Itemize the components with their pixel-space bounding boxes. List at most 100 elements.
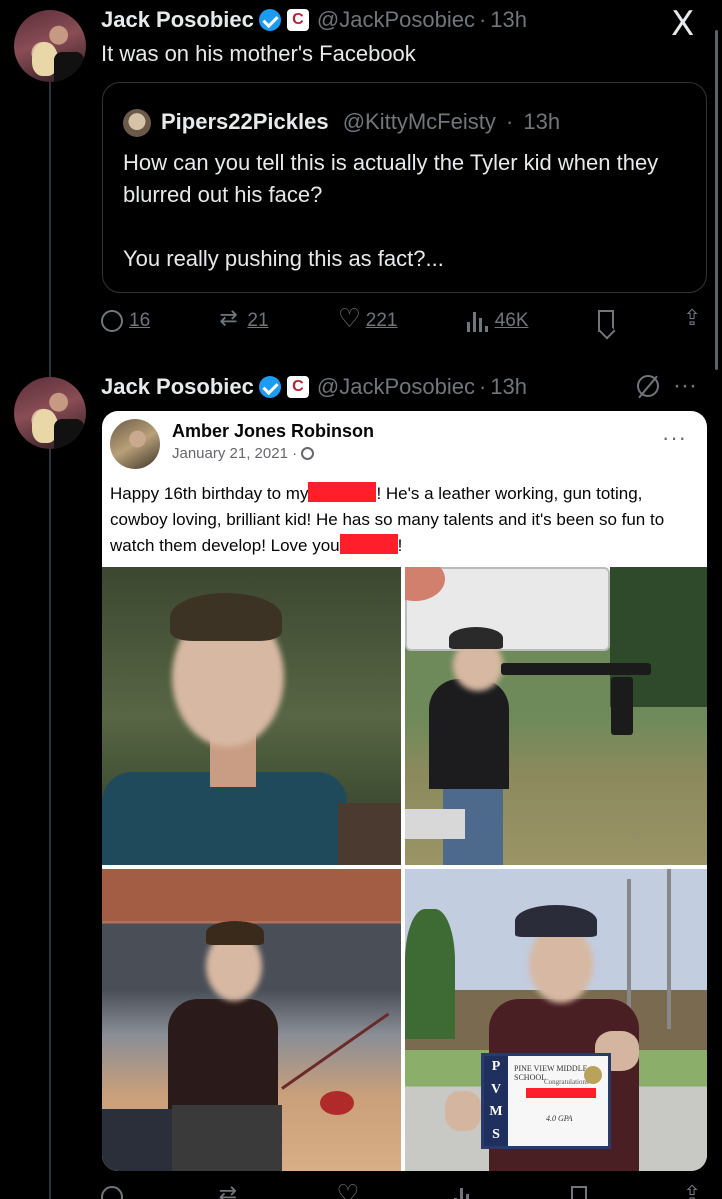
author-handle[interactable]: @JackPosobiec <box>317 374 475 400</box>
verified-badge-icon <box>258 9 281 31</box>
heart-icon[interactable] <box>336 1180 359 1199</box>
photo-figure <box>102 869 401 921</box>
tweet-media-image[interactable]: Amber Jones Robinson January 21, 2021 · … <box>102 411 707 1171</box>
grok-icon[interactable] <box>637 375 659 397</box>
share-icon[interactable] <box>683 1182 705 1199</box>
bar-chart-icon <box>466 310 489 332</box>
share-icon <box>683 306 705 332</box>
certificate-side-letters: P V M S <box>484 1056 508 1146</box>
facebook-text-part: Happy 16th birthday to my <box>110 484 309 503</box>
photo-figure <box>405 809 465 839</box>
bookmark-icon <box>597 310 614 332</box>
quoted-tweet[interactable]: Pipers22Pickles @KittyMcFeisty · 13h How… <box>102 82 707 293</box>
separator-dot: · <box>478 374 487 399</box>
separator-dot: · <box>478 7 487 32</box>
photo-figure <box>429 679 509 789</box>
timestamp[interactable]: 13h <box>490 374 527 400</box>
reply-icon[interactable] <box>101 1186 123 1199</box>
view-count: 46K <box>494 310 529 331</box>
avatar-figure <box>54 419 84 449</box>
repost-icon[interactable] <box>219 1182 241 1199</box>
certificate: P V M S PINE VIEW MIDDLE SCHOOL Congratu… <box>481 1053 611 1149</box>
certificate-line: Congratulations <box>544 1078 589 1086</box>
quoted-author-name: Pipers22Pickles <box>161 109 329 134</box>
thread-connector-line <box>49 82 51 1199</box>
photo-shooting <box>405 567 707 865</box>
facebook-post-text: Happy 16th birthday to my! He's a leathe… <box>110 481 700 559</box>
medal-icon <box>584 1066 602 1084</box>
redaction-bar <box>339 534 398 554</box>
facebook-more-icon: ··· <box>662 425 687 450</box>
photo-certificate: P V M S PINE VIEW MIDDLE SCHOOL Congratu… <box>405 869 707 1171</box>
timestamp[interactable]: 13h <box>490 7 527 33</box>
photo-figure <box>102 1109 172 1171</box>
photo-figure <box>449 627 503 649</box>
bookmark-icon[interactable] <box>571 1186 588 1199</box>
certificate-letter: S <box>492 1126 500 1142</box>
repost-button[interactable]: 21 <box>219 306 269 332</box>
author-handle[interactable]: @JackPosobiec <box>317 7 475 33</box>
photo-figure <box>172 1105 282 1171</box>
photo-figure <box>667 869 671 1029</box>
facebook-author-name: Amber Jones Robinson <box>172 421 375 441</box>
repost-icon <box>219 306 241 332</box>
tweet-header: Jack Posobiec C @JackPosobiec · 13h <box>101 374 527 400</box>
more-options-button[interactable]: ··· <box>673 372 697 400</box>
heart-icon <box>338 304 361 334</box>
photo-figure <box>501 663 651 675</box>
redaction-bar <box>526 1088 596 1098</box>
photo-figure <box>281 1012 390 1090</box>
photo-figure <box>206 921 264 945</box>
quoted-text-paragraph: How can you tell this is actually the Ty… <box>123 150 659 207</box>
photo-portrait <box>102 567 401 865</box>
author-name[interactable]: Jack Posobiec <box>101 7 254 33</box>
repost-count: 21 <box>247 310 269 331</box>
reply-icon <box>101 310 123 332</box>
reply-count: 16 <box>129 310 151 331</box>
avatar-figure <box>54 52 84 82</box>
share-button[interactable] <box>683 306 705 332</box>
quoted-avatar[interactable] <box>123 109 151 137</box>
photo-figure <box>338 803 401 865</box>
quoted-text-paragraph: You really pushing this as fact?... <box>123 246 444 271</box>
photo-figure <box>445 1091 481 1131</box>
like-count: 221 <box>365 310 398 331</box>
author-name[interactable]: Jack Posobiec <box>101 374 254 400</box>
photo-figure <box>405 909 455 1039</box>
photo-figure <box>168 999 278 1109</box>
avatar[interactable] <box>14 10 86 82</box>
quoted-timestamp: 13h <box>523 109 561 134</box>
photo-figure <box>170 593 282 641</box>
photo-figure <box>611 677 633 735</box>
photo-figure <box>515 905 597 937</box>
quoted-header: Pipers22Pickles @KittyMcFeisty · 13h <box>161 109 560 135</box>
facebook-post-date: January 21, 2021 · <box>172 445 315 462</box>
quoted-text: How can you tell this is actually the Ty… <box>123 147 693 275</box>
tweet-actions-partial <box>101 1180 705 1199</box>
verified-badge-icon <box>258 376 281 398</box>
certificate-gpa: 4.0 GPA <box>546 1114 573 1123</box>
certificate-letter: P <box>491 1059 501 1075</box>
reply-button[interactable]: 16 <box>101 310 150 332</box>
photo-fishing <box>102 869 401 1171</box>
tweet-text: It was on his mother's Facebook <box>101 41 416 66</box>
avatar[interactable] <box>14 377 86 449</box>
certificate-letter: M <box>489 1104 503 1120</box>
scrollbar[interactable] <box>715 30 718 370</box>
views-button[interactable]: 46K <box>466 310 529 332</box>
affiliation-badge-icon[interactable]: C <box>286 376 309 398</box>
tweet-actions: 16 21 221 46K <box>101 304 705 334</box>
facebook-date-text: January 21, 2021 · <box>172 445 298 462</box>
facebook-text-part: ! <box>397 536 403 555</box>
bookmark-button[interactable] <box>597 310 614 332</box>
tweet-menu: ··· <box>637 372 697 400</box>
x-logo-icon[interactable]: X <box>671 4 694 44</box>
quoted-author-handle: @KittyMcFeisty <box>342 109 496 134</box>
photo-figure <box>320 1091 354 1115</box>
separator-dot: · <box>505 109 514 134</box>
redaction-bar <box>308 482 377 502</box>
bar-chart-icon[interactable] <box>453 1186 476 1199</box>
like-button[interactable]: 221 <box>338 304 398 334</box>
affiliation-badge-icon[interactable]: C <box>286 9 309 31</box>
certificate-letter: V <box>490 1081 502 1097</box>
